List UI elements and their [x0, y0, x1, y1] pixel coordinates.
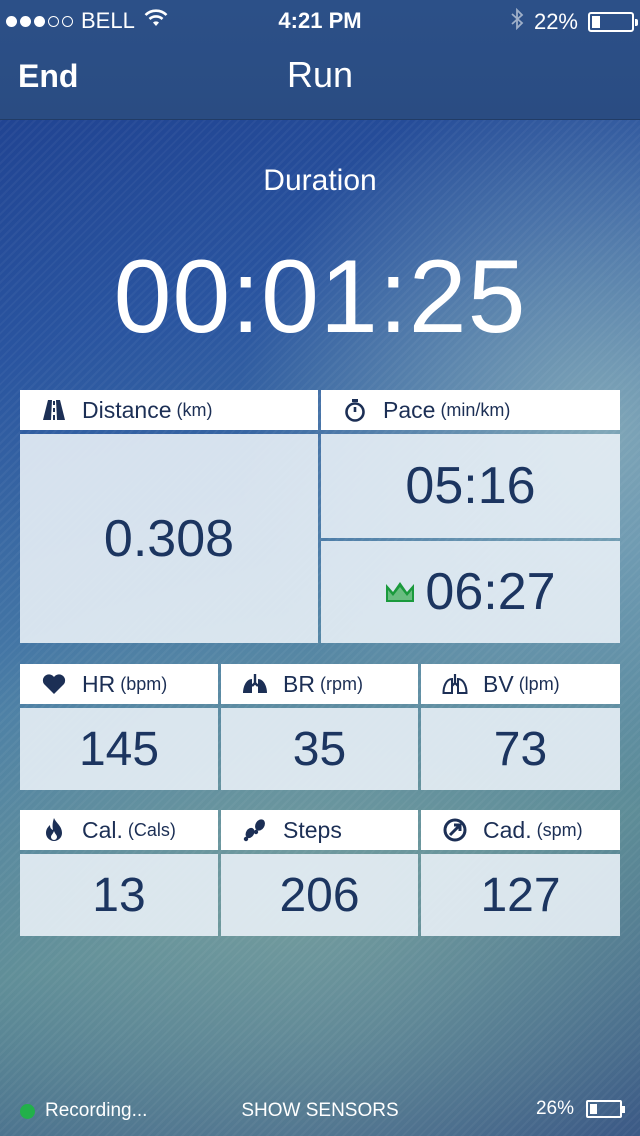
distance-value: 0.308	[20, 434, 318, 643]
cad-header: Cad. (spm)	[421, 810, 620, 850]
page-title: Run	[286, 54, 354, 95]
br-label: BR	[283, 670, 315, 697]
distance-label: Distance	[82, 396, 172, 423]
lungs-icon	[241, 670, 269, 698]
footer-bar: Recording... SHOW SENSORS 26%	[0, 1088, 640, 1136]
road-icon	[40, 396, 68, 424]
bluetooth-icon	[510, 7, 524, 36]
br-unit: (rpm)	[319, 673, 363, 694]
cad-label: Cad.	[483, 816, 532, 843]
stopwatch-icon	[341, 396, 369, 424]
duration-value: 00:01:25	[113, 239, 527, 355]
cal-unit: (Cals)	[127, 819, 176, 840]
cal-header: Cal. (Cals)	[20, 810, 218, 850]
pace-unit: (min/km)	[440, 399, 511, 420]
distance-header: Distance (km)	[20, 390, 318, 430]
sensor-battery-icon	[586, 1100, 625, 1118]
pace-label: Pace	[383, 396, 436, 423]
bv-value: 73	[421, 708, 620, 790]
cad-unit: (spm)	[536, 819, 583, 840]
hr-header: HR (bpm)	[20, 664, 218, 704]
flame-icon	[40, 816, 68, 844]
br-value: 35	[221, 708, 418, 790]
footsteps-icon	[241, 816, 269, 844]
br-header: BR (rpm)	[221, 664, 418, 704]
status-bar: BELL 4:21 PM 22%	[0, 0, 640, 40]
sensor-battery-percent: 26%	[535, 1098, 574, 1119]
hr-value: 145	[20, 708, 218, 790]
hr-unit: (bpm)	[120, 673, 168, 694]
steps-value: 206	[221, 854, 418, 936]
pace-header: Pace (min/km)	[321, 390, 620, 430]
cadence-icon	[441, 816, 469, 844]
heart-icon	[40, 670, 68, 698]
crown-icon	[385, 580, 415, 604]
battery-percent: 22%	[533, 9, 578, 34]
pace-average-value: 06:27	[425, 563, 556, 621]
lungs-outline-icon	[441, 670, 469, 698]
bv-label: BV	[483, 670, 514, 697]
cal-value: 13	[20, 854, 218, 936]
steps-label: Steps	[283, 816, 342, 843]
pace-current-value: 05:16	[321, 434, 620, 538]
pace-average-cell: 06:27	[321, 541, 620, 643]
hr-label: HR	[82, 670, 116, 697]
bv-header: BV (lpm)	[421, 664, 620, 704]
duration-label: Duration	[263, 164, 377, 197]
bv-unit: (lpm)	[518, 673, 560, 694]
distance-unit: (km)	[176, 399, 213, 420]
cad-value: 127	[421, 854, 620, 936]
cal-label: Cal.	[82, 816, 123, 843]
steps-header: Steps	[221, 810, 418, 850]
battery-icon	[588, 12, 638, 32]
